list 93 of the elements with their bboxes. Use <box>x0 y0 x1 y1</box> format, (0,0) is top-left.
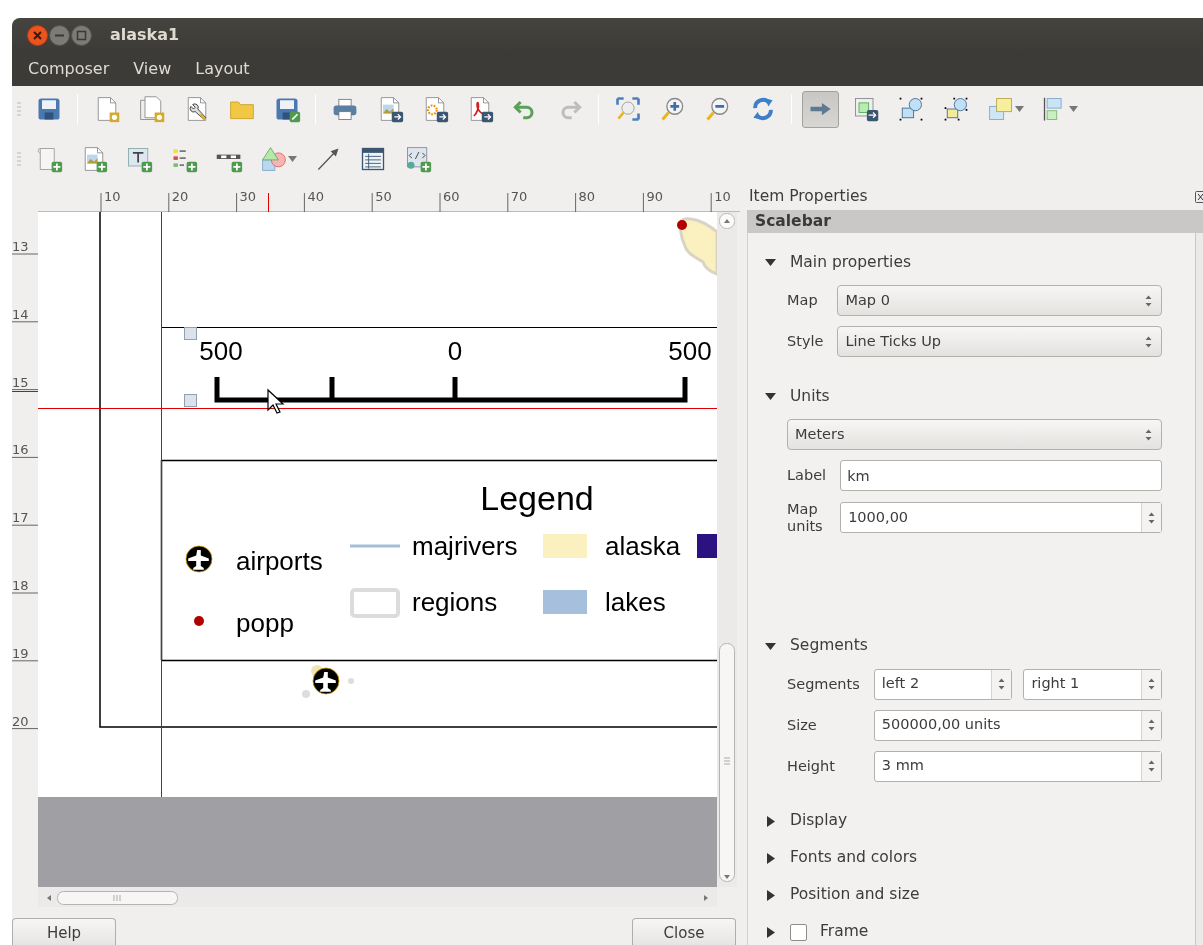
maximize-icon[interactable] <box>71 24 92 46</box>
group-header[interactable]: Display <box>765 810 848 832</box>
ruler-label: 15 <box>12 374 29 390</box>
ruler-label: 50 <box>375 189 392 204</box>
minimize-icon[interactable] <box>49 24 70 46</box>
ruler-label: 17 <box>12 510 29 526</box>
field-label: Height <box>787 757 835 775</box>
legend-label: popp <box>236 608 294 638</box>
item-header: Scalebar <box>747 210 1203 234</box>
legend-label: airports <box>236 546 323 576</box>
spin-arrows-icon <box>1147 759 1156 774</box>
ruler-label: 20 <box>171 189 189 204</box>
panel-title: Item Properties <box>749 186 868 207</box>
ruler-marker <box>12 391 38 392</box>
zoom-full-icon <box>613 95 642 123</box>
ruler-label: 70 <box>510 189 528 204</box>
ruler-label: 18 <box>12 578 29 593</box>
ruler-label: 19 <box>12 645 29 661</box>
ruler-label: 40 <box>307 189 324 204</box>
text-field[interactable]: km <box>840 460 1162 492</box>
legend-label: alaska <box>605 531 681 561</box>
vertical-scrollbar[interactable] <box>717 212 737 887</box>
field-label: Label <box>787 467 827 485</box>
ruler-label: 30 <box>239 189 257 204</box>
ruler-label: 10 <box>714 189 731 204</box>
legend-label: majrivers <box>412 531 518 561</box>
spin-box[interactable]: left 2 <box>873 668 1013 700</box>
field-label: Style <box>787 333 824 351</box>
field-label: Size <box>787 716 817 734</box>
field-label: Segments <box>787 675 860 693</box>
toolbar-grip-icon <box>16 150 22 167</box>
airport-symbol-drawing <box>302 665 354 698</box>
ruler-marker <box>268 192 269 212</box>
caret-icon <box>287 155 297 162</box>
location-dot <box>677 220 687 230</box>
mouse-cursor-icon <box>267 388 285 414</box>
spin-box[interactable]: 3 mm <box>873 750 1162 782</box>
ruler-label: 13 <box>12 239 29 254</box>
combo-box[interactable]: Map 0 <box>837 285 1162 317</box>
group-header[interactable]: Segments <box>765 635 868 657</box>
menu-item[interactable]: View <box>121 57 184 81</box>
spin-box[interactable]: 1000,00 <box>840 502 1162 534</box>
spin-box[interactable]: right 1 <box>1023 668 1162 700</box>
caret-icon <box>1014 106 1024 112</box>
caret-icon <box>1068 106 1078 112</box>
ruler-label: 80 <box>578 189 596 204</box>
spin-arrows-icon <box>1147 677 1156 692</box>
scale-label: 500 <box>668 336 712 366</box>
group-header[interactable]: Main properties <box>765 252 912 274</box>
legend-label: regions <box>412 587 498 617</box>
group-header[interactable]: Frame <box>765 921 869 943</box>
spin-arrows-icon <box>1144 427 1153 442</box>
close-icon[interactable] <box>27 24 48 46</box>
island-drawing <box>679 217 717 276</box>
combo-box[interactable]: Line Ticks Up <box>837 326 1162 358</box>
scale-label: 0 <box>447 336 463 366</box>
spin-arrows-icon <box>1147 718 1156 733</box>
spin-arrows-icon <box>997 677 1007 692</box>
ruler-label: 90 <box>646 189 663 204</box>
group-header[interactable]: Fonts and colors <box>765 847 918 869</box>
menu-item[interactable]: Composer <box>16 57 122 81</box>
selection-handle <box>184 394 197 407</box>
ruler-label: 20 <box>12 713 29 729</box>
group-header[interactable]: Position and size <box>765 884 920 906</box>
ruler-label: 16 <box>12 442 29 458</box>
panel-scrollbar[interactable] <box>1195 233 1203 945</box>
duplicate-page-icon <box>137 95 166 123</box>
spin-arrows-icon <box>1144 293 1153 308</box>
toolbar-button[interactable] <box>802 90 839 128</box>
horizontal-scrollbar[interactable] <box>38 887 717 907</box>
airport-icon <box>185 545 213 573</box>
spin-box[interactable]: 500000,00 units <box>873 709 1162 741</box>
dialog-button[interactable]: Close <box>632 918 736 945</box>
window-title: alaska1 <box>110 24 180 46</box>
selection-handle <box>184 327 197 340</box>
group-header[interactable]: Units <box>765 386 830 408</box>
field-label: Map units <box>787 501 823 535</box>
scale-label: 500 <box>199 336 243 366</box>
ruler-label: 10 <box>104 189 121 204</box>
legend-title: Legend <box>480 479 594 517</box>
ruler-label: 14 <box>12 306 29 322</box>
dialog-button[interactable]: Help <box>12 918 116 945</box>
checkbox[interactable] <box>790 923 807 941</box>
combo-box[interactable]: Meters <box>787 419 1162 451</box>
raise-items-icon <box>986 95 1015 123</box>
menu-item[interactable]: Layout <box>183 57 262 81</box>
spin-arrows-icon <box>1147 510 1156 525</box>
add-shape-icon <box>259 144 288 173</box>
toolbar-grip-icon <box>16 101 22 117</box>
field-label: Map <box>787 292 818 310</box>
spin-arrows-icon <box>1144 334 1153 349</box>
ruler-label: 60 <box>443 189 460 204</box>
legend-label: lakes <box>605 587 666 617</box>
